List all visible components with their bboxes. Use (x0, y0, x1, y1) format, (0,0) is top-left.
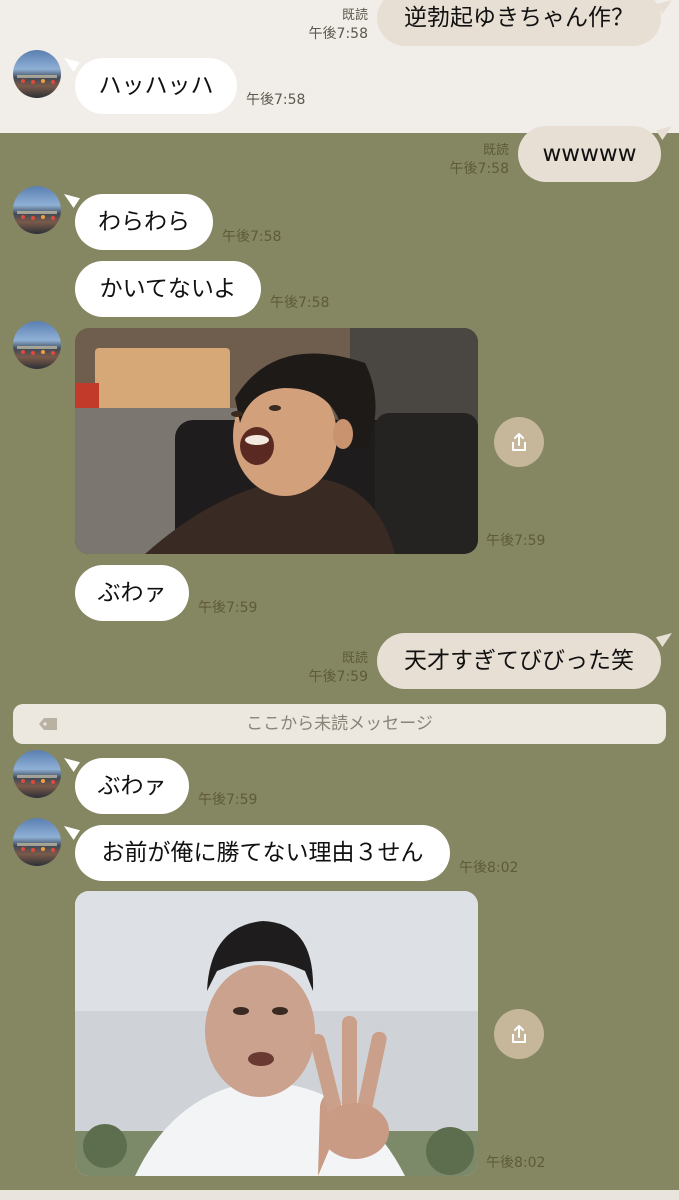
bubble-tail (64, 194, 80, 208)
bubble-tail (656, 633, 672, 647)
unread-divider-label: ここから未読メッセージ (246, 714, 433, 734)
bubble-tail (64, 758, 80, 772)
share-button[interactable] (494, 1009, 544, 1059)
message-time: 午後7:58 (270, 295, 330, 311)
outgoing-message-bubble[interactable]: 天才すぎてびびった笑 (377, 633, 661, 689)
message-meta: 既読 午後7:58 (409, 139, 509, 178)
incoming-message-bubble[interactable]: わらわら (75, 194, 213, 250)
read-receipt: 既読 (341, 8, 368, 23)
bottom-edge (0, 1190, 679, 1200)
share-icon (512, 433, 526, 451)
incoming-message-bubble[interactable]: かいてないよ (75, 261, 261, 317)
photo-illustration (75, 328, 478, 554)
contact-avatar[interactable] (13, 186, 61, 234)
bubble-tail (64, 826, 80, 840)
photo-illustration (75, 891, 478, 1176)
message-time: 午後7:58 (246, 92, 306, 108)
man-three-fingers-photo[interactable] (75, 891, 478, 1176)
contact-avatar[interactable] (13, 750, 61, 798)
outgoing-message-bubble[interactable]: wwwww (518, 126, 661, 182)
contact-avatar[interactable] (13, 818, 61, 866)
incoming-message-bubble[interactable]: ぶわァ (75, 565, 189, 621)
message-time: 午後7:59 (198, 792, 258, 808)
incoming-message-bubble[interactable]: ハッハッハ (75, 58, 237, 114)
outgoing-message-bubble[interactable]: 逆勃起ゆきちゃん作？ (377, 0, 661, 46)
message-time: 午後7:58 (449, 161, 509, 177)
read-receipt: 既読 (341, 651, 368, 666)
message-time: 午後7:59 (486, 533, 546, 549)
incoming-message-bubble[interactable]: ぶわァ (75, 758, 189, 814)
read-receipt: 既読 (482, 143, 509, 158)
contact-avatar[interactable] (13, 50, 61, 98)
share-icon (512, 1025, 526, 1043)
message-time: 午後8:02 (486, 1155, 546, 1171)
unread-divider: ここから未読メッセージ (13, 704, 666, 744)
message-meta: 既読 午後7:59 (268, 647, 368, 686)
message-time: 午後7:58 (222, 229, 282, 245)
message-time: 午後7:59 (198, 600, 258, 616)
contact-avatar[interactable] (13, 321, 61, 369)
message-time: 午後7:59 (308, 669, 368, 685)
message-time: 午後7:58 (308, 26, 368, 42)
message-meta: 既読 午後7:58 (268, 4, 368, 43)
incoming-message-bubble[interactable]: お前が俺に勝てない理由３せん (75, 825, 450, 881)
man-laughing-photo[interactable] (75, 328, 478, 554)
share-button[interactable] (494, 417, 544, 467)
message-time: 午後8:02 (459, 860, 519, 876)
